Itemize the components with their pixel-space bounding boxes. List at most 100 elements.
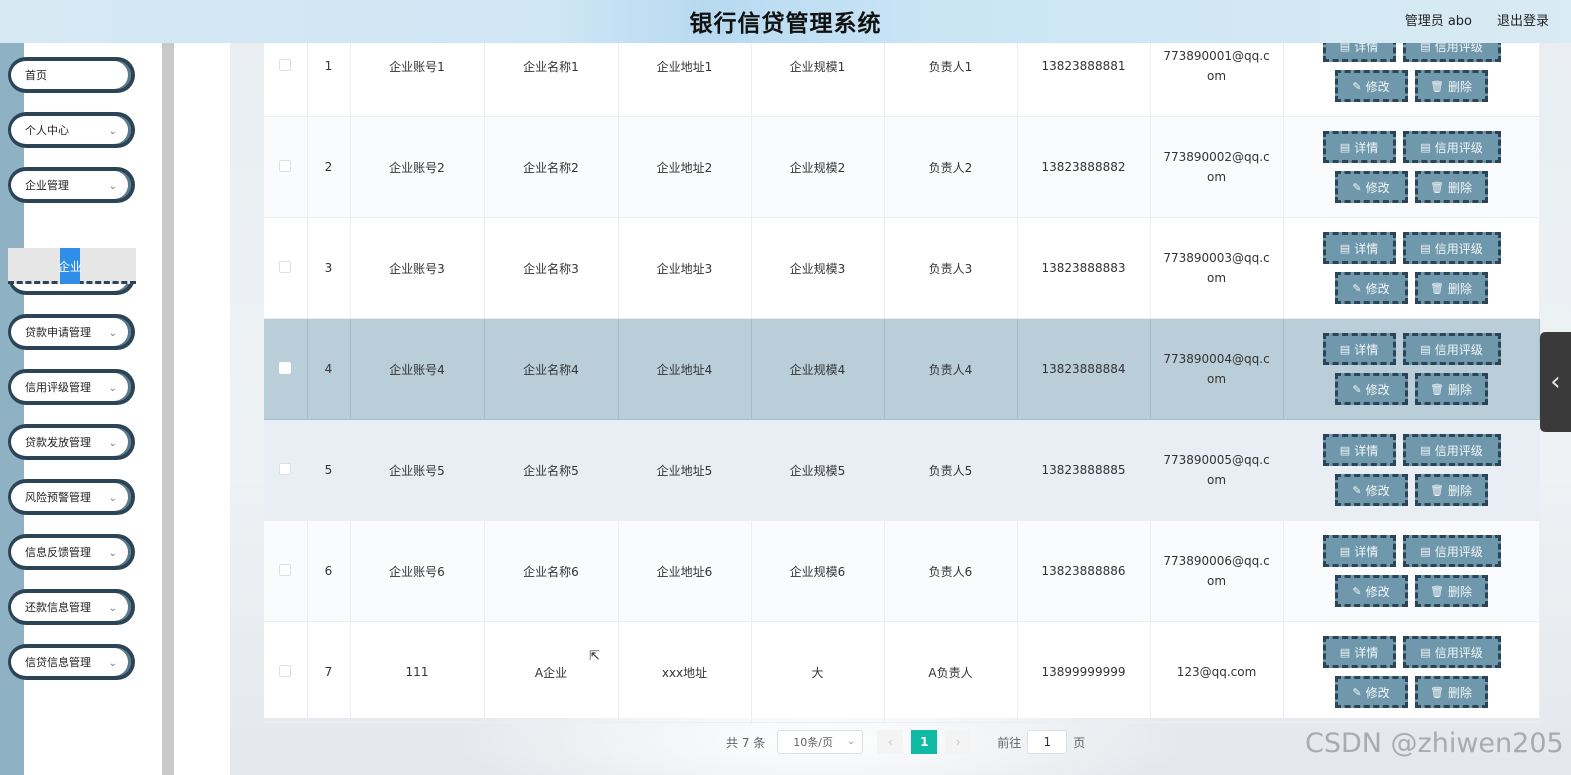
delete-label: 删除 xyxy=(1447,382,1472,397)
detail-button[interactable]: ▤ 详情 xyxy=(1322,535,1396,567)
sidebar-item-10[interactable]: 信贷信息管理 ⌄ xyxy=(8,644,135,680)
cell-account: 111 xyxy=(350,621,485,723)
email-text: 773890005@qq.com xyxy=(1163,453,1270,487)
detail-label: 详情 xyxy=(1354,443,1379,458)
pencil-icon: ✎ xyxy=(1352,483,1362,497)
detail-button[interactable]: ▤ 详情 xyxy=(1322,232,1396,264)
detail-label: 详情 xyxy=(1354,241,1379,256)
cell-email: 773890005@qq.com xyxy=(1150,419,1284,521)
edit-button[interactable]: ✎ 修改 xyxy=(1334,171,1408,203)
row-checkbox[interactable] xyxy=(279,159,292,172)
delete-button[interactable]: 🗑 删除 xyxy=(1414,575,1488,607)
trash-icon: 🗑 xyxy=(1430,79,1444,93)
delete-button[interactable]: 🗑 删除 xyxy=(1414,171,1488,203)
delete-button[interactable]: 🗑 删除 xyxy=(1414,70,1488,102)
page-size-select[interactable]: 10条/页 ⌄ xyxy=(777,730,864,754)
next-page-button[interactable]: › xyxy=(945,730,972,754)
edit-button[interactable]: ✎ 修改 xyxy=(1334,676,1408,708)
cell-scale: 企业规模5 xyxy=(751,419,885,521)
credit-rating-button[interactable]: ▤ 信用评级 xyxy=(1402,131,1501,163)
table-row[interactable]: 7 111 A企业 xxx地址大 A负责人 13899999999 123@qq.com ▤ 详… xyxy=(264,621,1540,723)
sidebar-item-0[interactable]: 首页 xyxy=(8,57,135,93)
current-user: 管理员 abo xyxy=(1404,14,1472,29)
sidebar-item-label: 贷款申请管理 xyxy=(25,326,91,339)
chevron-down-icon: ⌄ xyxy=(108,383,117,394)
edit-button[interactable]: ✎ 修改 xyxy=(1334,474,1408,506)
credit-rating-button[interactable]: ▤ 信用评级 xyxy=(1402,434,1501,466)
detail-button[interactable]: ▤ 详情 xyxy=(1322,434,1396,466)
cell-email: 773890003@qq.com xyxy=(1150,217,1284,319)
table-row[interactable]: 4 企业账号4 企业名称4 企业地址4 企业规模4 负责人4 13823888884 7738… xyxy=(264,318,1540,420)
prev-page-button[interactable]: ‹ xyxy=(877,730,904,754)
email-text: 773890003@qq.com xyxy=(1163,251,1270,285)
document-icon: ▤ xyxy=(1339,443,1351,457)
cell-owner: 负责人5 xyxy=(884,419,1018,521)
sidebar-item-7[interactable]: 风险预警管理 ⌄ xyxy=(8,479,135,515)
submenu-item-enterprise[interactable]: 企业 xyxy=(8,248,136,284)
credit-rating-button[interactable]: ▤ 信用评级 xyxy=(1402,636,1501,668)
row-checkbox[interactable] xyxy=(279,563,292,576)
trash-icon: 🗑 xyxy=(1430,281,1444,295)
document-icon: ▤ xyxy=(1420,342,1431,356)
row-checkbox[interactable] xyxy=(279,462,292,475)
sidebar-item-8[interactable]: 信息反馈管理 ⌄ xyxy=(8,534,135,570)
edit-button[interactable]: ✎ 修改 xyxy=(1334,272,1408,304)
pencil-icon: ✎ xyxy=(1352,79,1362,93)
delete-button[interactable]: 🗑 删除 xyxy=(1414,373,1488,405)
row-checkbox-cell xyxy=(264,116,308,218)
credit-rating-button[interactable]: ▤ 信用评级 xyxy=(1402,535,1501,567)
delete-button[interactable]: 🗑 删除 xyxy=(1414,272,1488,304)
sidebar-item-2[interactable]: 企业管理 ⌄ xyxy=(8,167,135,203)
email-text: 773890004@qq.com xyxy=(1163,352,1270,386)
sidebar-item-1[interactable]: 个人中心 ⌄ xyxy=(8,112,135,148)
detail-button[interactable]: ▤ 详情 xyxy=(1322,636,1396,668)
sidebar-item-4[interactable]: 贷款申请管理 ⌄ xyxy=(8,314,135,350)
delete-label: 删除 xyxy=(1447,79,1472,94)
email-text: 773890006@qq.com xyxy=(1163,554,1270,588)
cell-name: 企业名称6 xyxy=(484,520,619,622)
row-checkbox-cell xyxy=(264,621,308,723)
collapse-panel-tab[interactable]: ‹ xyxy=(1540,332,1571,432)
sidebar-item-5[interactable]: 信用评级管理 ⌄ xyxy=(8,369,135,405)
table-row[interactable]: 3 企业账号3 企业名称3 企业地址3 企业规模3 负责人3 13823888883 7738… xyxy=(264,217,1540,319)
cell-email: 773890002@qq.com xyxy=(1150,116,1284,218)
sidebar-item-9[interactable]: 还款信息管理 ⌄ xyxy=(8,589,135,625)
row-checkbox[interactable] xyxy=(279,58,292,71)
credit-rating-button[interactable]: ▤ 信用评级 xyxy=(1402,333,1501,365)
edit-label: 修改 xyxy=(1365,685,1390,700)
trash-icon: 🗑 xyxy=(1430,180,1444,194)
row-checkbox[interactable] xyxy=(279,664,292,677)
cell-address: 企业地址2 xyxy=(618,116,752,218)
page-number-active[interactable]: 1 xyxy=(911,730,938,754)
credit-label: 信用评级 xyxy=(1434,645,1483,660)
cell-name: 企业名称5 xyxy=(484,419,619,521)
edit-label: 修改 xyxy=(1365,382,1390,397)
edit-button[interactable]: ✎ 修改 xyxy=(1334,70,1408,102)
pencil-icon: ✎ xyxy=(1352,281,1362,295)
row-index: 7 xyxy=(307,621,351,723)
delete-button[interactable]: 🗑 删除 xyxy=(1414,676,1488,708)
document-icon: ▤ xyxy=(1420,443,1431,457)
cell-account: 企业账号5 xyxy=(350,419,485,521)
goto-label: 前往 xyxy=(997,735,1022,750)
delete-button[interactable]: 🗑 删除 xyxy=(1414,474,1488,506)
edit-button[interactable]: ✎ 修改 xyxy=(1334,373,1408,405)
row-checkbox[interactable] xyxy=(279,260,292,273)
edit-button[interactable]: ✎ 修改 xyxy=(1334,575,1408,607)
edit-label: 修改 xyxy=(1365,281,1390,296)
edit-label: 修改 xyxy=(1365,584,1390,599)
table-row[interactable]: 5 企业账号5 企业名称5 企业地址5 企业规模5 负责人5 13823888885 7738… xyxy=(264,419,1540,521)
credit-label: 信用评级 xyxy=(1434,544,1483,559)
detail-button[interactable]: ▤ 详情 xyxy=(1322,131,1396,163)
row-checkbox[interactable] xyxy=(279,361,292,374)
cell-account: 企业账号3 xyxy=(350,217,485,319)
table-row[interactable]: 6 企业账号6 企业名称6 企业地址6 企业规模6 负责人6 13823888886 7738… xyxy=(264,520,1540,622)
sidebar-item-6[interactable]: 贷款发放管理 ⌄ xyxy=(8,424,135,460)
table-row[interactable]: 2 企业账号2 企业名称2 企业地址2 企业规模2 负责人2 13823888882 7738… xyxy=(264,116,1540,218)
credit-rating-button[interactable]: ▤ 信用评级 xyxy=(1402,232,1501,264)
detail-button[interactable]: ▤ 详情 xyxy=(1322,333,1396,365)
document-icon: ▤ xyxy=(1420,241,1431,255)
goto-page-input[interactable] xyxy=(1027,730,1068,754)
sidebar-scrollbar[interactable] xyxy=(162,43,174,775)
logout-link[interactable]: 退出登录 xyxy=(1497,10,1549,29)
